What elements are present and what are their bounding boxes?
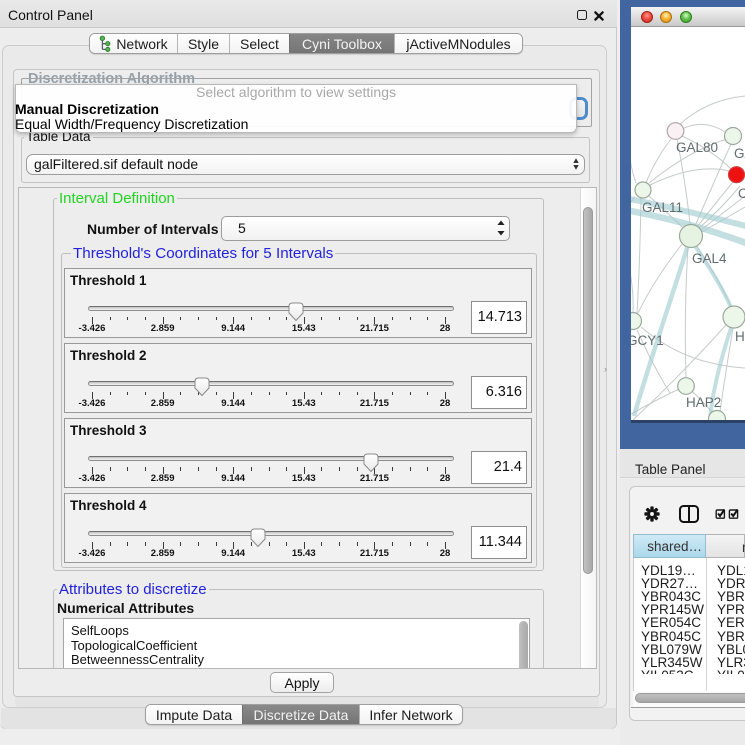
svg-text:HAP2: HAP2: [686, 395, 721, 410]
svg-text:C: C: [738, 186, 745, 201]
svg-text:GA: GA: [734, 146, 745, 161]
svg-text:GAL80: GAL80: [676, 140, 718, 155]
svg-text:H: H: [735, 329, 745, 344]
svg-text:GAL11: GAL11: [642, 200, 683, 215]
svg-text:GCY1: GCY1: [631, 333, 664, 348]
svg-text:GAL4: GAL4: [692, 251, 727, 266]
